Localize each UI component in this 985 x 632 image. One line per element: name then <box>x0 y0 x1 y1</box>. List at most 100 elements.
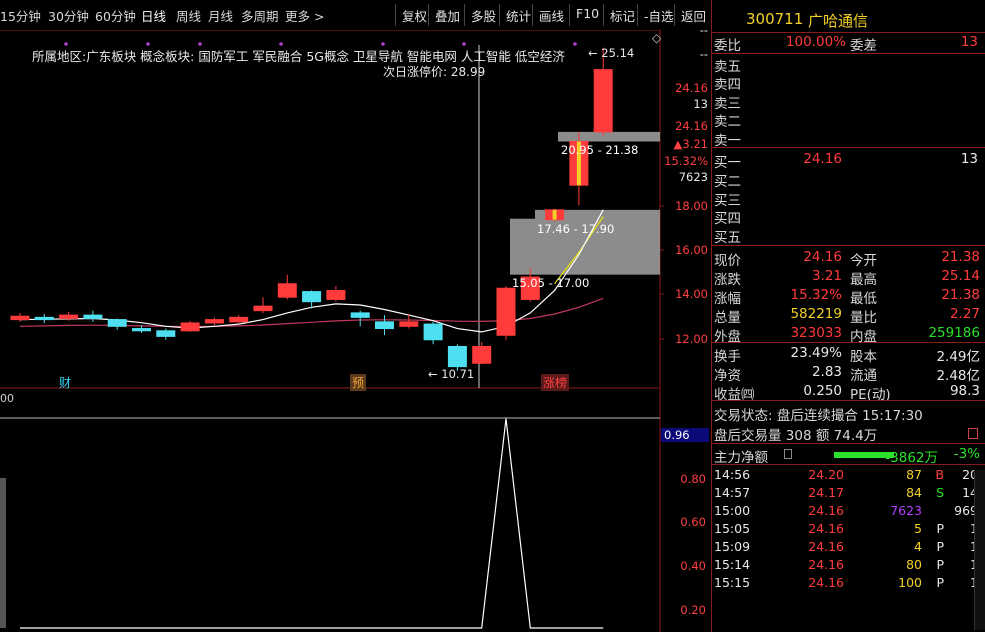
sell-level-row: 卖二 <box>714 114 741 131</box>
tick-row: 14:56 24.20 87 B 20 <box>714 467 978 482</box>
candle-body <box>447 345 467 368</box>
fundamental-row: 净资 2.83 流通 2.48亿 <box>714 364 980 384</box>
candle-body <box>399 321 419 327</box>
price-axis-label: 12.00 <box>675 332 708 346</box>
candle-body <box>496 287 516 336</box>
overlay-button[interactable]: 叠加 <box>428 4 466 26</box>
webi-row: 委比 100.00% 委差 13 <box>714 34 978 54</box>
quote-panel: 300711 广哈通信 委比 100.00% 委差 13 卖五 卖四 卖三 卖二 卖一 … <box>711 0 985 632</box>
candle-body <box>34 316 54 321</box>
fundamental-row: 换手 23.49% 股本 2.49亿 <box>714 345 980 365</box>
gap-zone <box>558 131 660 142</box>
period-15min[interactable]: 15分钟 <box>0 6 41 25</box>
indicator-line <box>20 418 604 629</box>
expand-icon[interactable] <box>968 428 978 439</box>
candle-body <box>156 330 176 337</box>
indicator-line <box>20 418 604 629</box>
indicator-axis-label: 0.40 <box>680 559 706 573</box>
quote-row: 涨跌 3.21 最高 25.14 <box>714 268 980 288</box>
period-toolbar: 15分钟 30分钟 60分钟 日线 周线 月线 多周期 更多 > 复权 叠加 多… <box>0 0 710 30</box>
f10-button[interactable]: F10 <box>569 4 605 26</box>
marker-finance[interactable]: 财 <box>59 374 71 391</box>
indicator-axis-label: 0.96 <box>664 428 690 442</box>
period-more[interactable]: 更多 > <box>285 6 324 25</box>
high-price-label: ← 25.14 <box>588 46 634 60</box>
price-axis-label: 18.00 <box>675 199 708 213</box>
chart-annotations: ← 25.14 ← 10.71 20.95 - 21.38 17.46 - 17.90… <box>64 31 662 381</box>
price-axis-label: 24.16 <box>675 81 708 95</box>
candle-body <box>326 289 346 300</box>
candle-body <box>253 305 273 312</box>
stock-name: 广哈通信 <box>808 12 869 30</box>
candle-body <box>277 283 297 298</box>
candle-body <box>472 345 492 364</box>
indicator-chart[interactable]: 0.96 0.80 0.60 0.40 0.20 <box>0 390 710 632</box>
info-dot <box>573 42 577 46</box>
period-daily[interactable]: 日线 <box>141 6 166 25</box>
trade-status: 交易状态: 盘后连续撮合 15:17:30 <box>714 408 923 424</box>
price-axis-labels: -- -- 24.16 13 24.16 ▲3.21 15.32% 7623 18.00 16.0… <box>660 30 708 346</box>
multi-stock-button[interactable]: 多股 <box>464 4 502 26</box>
buy-level-row: 买五 <box>714 230 741 247</box>
period-monthly[interactable]: 月线 <box>208 6 233 25</box>
period-60min[interactable]: 60分钟 <box>95 6 136 25</box>
tick-scrollbar[interactable] <box>974 470 985 630</box>
candle-body <box>204 319 224 324</box>
mark-button[interactable]: 标记 <box>603 4 641 26</box>
limit-up-price-label: 次日涨停价: 28.99 <box>383 65 486 79</box>
price-axis-label: 24.16 <box>675 119 708 133</box>
period-30min[interactable]: 30分钟 <box>48 6 89 25</box>
candle-body <box>107 319 127 327</box>
low-price-label: ← 10.71 <box>428 367 474 381</box>
candle-body <box>83 314 103 319</box>
price-axis-label: 13 <box>693 97 708 111</box>
candle-body <box>10 315 30 321</box>
diamond-icon: ◇ <box>652 31 662 45</box>
gap-label: 20.95 - 21.38 <box>561 143 638 157</box>
tick-row: 15:1524.16100P1 <box>714 575 978 590</box>
marker-forecast[interactable]: 预 <box>350 374 367 391</box>
price-axis-label: -- <box>700 30 708 37</box>
tick-row: 15:0924.164P1 <box>714 539 978 554</box>
tick-row: 14:57 24.17 84 S 14 <box>714 485 978 500</box>
fundamental-row: 收益㈣ 0.250 PE(动) 98.3 <box>714 383 980 403</box>
candle-body <box>375 321 394 330</box>
indicator-axis-label: 0.20 <box>680 603 706 617</box>
marker-limit-list[interactable]: 涨榜 <box>541 374 570 391</box>
sell-level-row: 卖四 <box>714 77 741 94</box>
buy-level-row: 买一 24.16 13 <box>714 151 978 171</box>
quote-row: 总量 582219 量比 2.27 <box>714 306 980 326</box>
price-axis-label: ▲3.21 <box>674 137 708 151</box>
price-axis-label: 15.32% <box>664 154 708 168</box>
candle-body <box>423 323 443 341</box>
period-weekly[interactable]: 周线 <box>176 6 201 25</box>
tick-row: 15:0524.165P1 <box>714 521 978 536</box>
price-axis-label: -- <box>700 47 708 61</box>
kline-chart-area[interactable]: -- -- 24.16 13 24.16 ▲3.21 15.32% 7623 18.00 16.0… <box>0 30 710 632</box>
price-axis-label: 16.00 <box>675 243 708 257</box>
back-button[interactable]: 返回 <box>674 4 712 26</box>
draw-line-button[interactable]: 画线 <box>532 4 570 26</box>
quote-row: 涨幅 15.32% 最低 21.38 <box>714 287 980 307</box>
candle-body <box>59 314 79 319</box>
candle-body <box>132 328 151 332</box>
price-axis-label: 7623 <box>679 170 708 184</box>
kline-chart[interactable]: -- -- 24.16 13 24.16 ▲3.21 15.32% 7623 18.00 16.0… <box>0 30 710 390</box>
sell-level-row: 卖一 <box>714 132 741 149</box>
period-multi[interactable]: 多周期 <box>241 6 279 25</box>
candle-body <box>302 291 322 303</box>
stock-code: 300711 <box>746 10 804 28</box>
candle-body <box>180 322 200 332</box>
quote-row: 外盘 323033 内盘 259186 <box>714 325 980 345</box>
buy-level-row: 买二 <box>714 173 741 190</box>
buy-level-row: 买四 <box>714 211 741 228</box>
candle-body <box>229 316 249 323</box>
tick-row: 15:00 24.16 7623 969 <box>714 503 978 518</box>
sell-level-row: 卖三 <box>714 95 741 112</box>
quote-row: 现价 24.16 今开 21.38 <box>714 249 980 269</box>
doc-icon[interactable] <box>784 449 792 459</box>
indicator-scrollbar[interactable] <box>0 478 6 628</box>
indicator-axis-labels: 0.96 0.80 0.60 0.40 0.20 <box>661 428 709 617</box>
indicator-left-label: 00 <box>0 392 14 405</box>
candle-body <box>350 312 370 318</box>
